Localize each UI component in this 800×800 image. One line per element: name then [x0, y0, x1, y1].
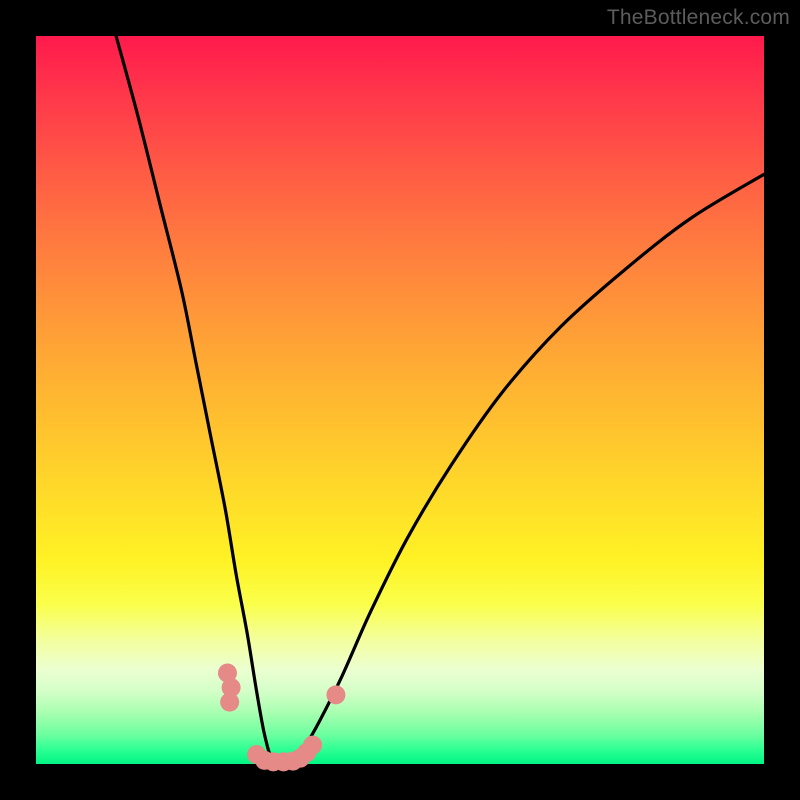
plot-area	[36, 36, 764, 764]
watermark-text: TheBottleneck.com	[607, 6, 790, 30]
chart-svg	[36, 36, 764, 764]
chart-frame: TheBottleneck.com	[0, 0, 800, 800]
data-marker	[303, 736, 322, 755]
marker-group	[218, 664, 345, 772]
bottleneck-curve	[116, 36, 764, 764]
data-marker	[326, 685, 345, 704]
data-marker	[220, 693, 239, 712]
